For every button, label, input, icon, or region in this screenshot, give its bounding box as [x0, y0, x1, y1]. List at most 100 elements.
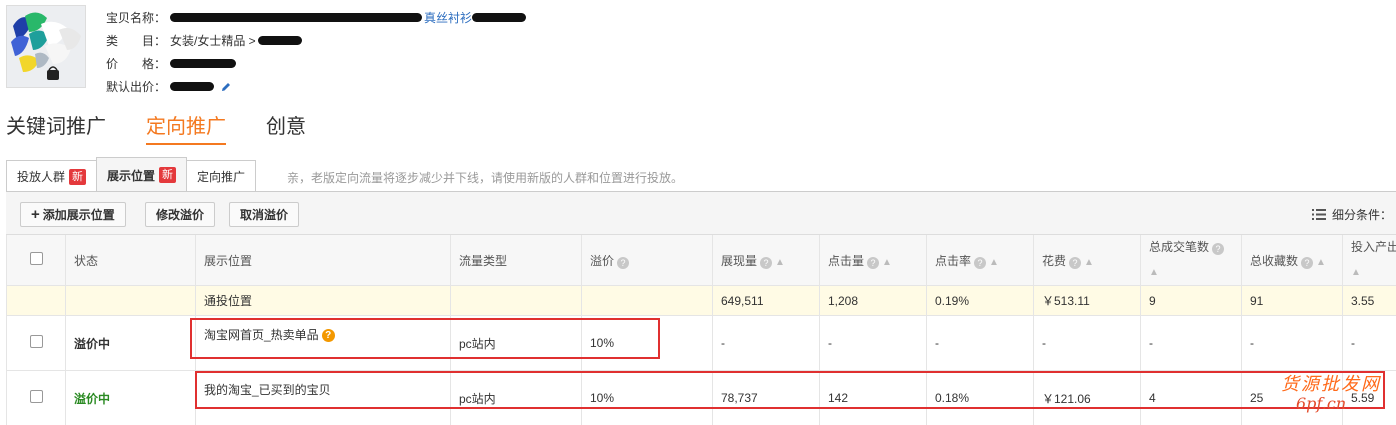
sort-up-icon[interactable]: ▲	[775, 257, 785, 268]
table-row: 溢价中 我的淘宝_已买到的宝贝 pc站内 10% 78,737 142 0.18…	[6, 370, 1396, 425]
redaction-mark	[170, 13, 422, 22]
product-thumbnail[interactable]	[6, 5, 86, 88]
help-icon[interactable]: ?	[974, 256, 987, 269]
redaction-mark	[257, 36, 302, 45]
row-premium[interactable]: 10%	[581, 315, 713, 371]
help-icon[interactable]: ?	[867, 256, 880, 269]
category-value: 女装/女士精品 >	[170, 32, 302, 50]
product-name-row: 宝贝名称： 真丝衬衫	[106, 6, 527, 29]
filter-label: 细分条件：	[1331, 208, 1392, 222]
cancel-premium-button[interactable]: 取消溢价	[229, 202, 300, 227]
subtab-placement[interactable]: 展示位置 新	[96, 157, 188, 192]
row-position-cell: 我的淘宝_已买到的宝贝	[195, 370, 451, 425]
sort-up-icon[interactable]: ▲	[1084, 257, 1094, 268]
select-all-cell	[6, 235, 66, 286]
header-clicks-label: 点击量	[828, 253, 865, 268]
product-name-tail[interactable]: 真丝衬衫	[424, 9, 472, 27]
main-tabs: 关键词推广 定向推广 创意	[6, 110, 346, 145]
toolbar: + 添加展示位置 修改溢价 取消溢价 细分条件：	[6, 192, 1396, 235]
edit-pencil-icon[interactable]	[220, 81, 232, 93]
header-ctr[interactable]: 点击率? ▲	[926, 235, 1034, 286]
row-checkbox[interactable]	[29, 390, 43, 403]
help-icon[interactable]: ?	[1069, 256, 1082, 269]
new-badge: 新	[159, 167, 177, 183]
product-info: 宝贝名称： 真丝衬衫 类 目： 女装/女士精品 > 价 格： 默认出价：	[106, 6, 527, 98]
summary-position: 通投位置	[195, 285, 451, 316]
table-row: 溢价中 淘宝网首页_热卖单品? pc站内 10% - - - - - - -	[6, 315, 1396, 371]
row-deals: -	[1140, 315, 1242, 371]
tab-creative[interactable]: 创意	[266, 110, 306, 145]
row-ctr: 0.18%	[926, 370, 1034, 425]
row-traffic: pc站内	[450, 370, 582, 425]
subtab-placement-label: 展示位置	[107, 168, 156, 183]
row-position-cell: 淘宝网首页_热卖单品?	[195, 315, 451, 371]
summary-row: 通投位置 649,511 1,208 0.19% ￥513.11 9 91 3.…	[6, 285, 1396, 316]
price-label: 价 格：	[106, 56, 167, 71]
header-impressions[interactable]: 展现量? ▲	[712, 235, 820, 286]
price-value	[170, 59, 236, 68]
subtab-audience[interactable]: 投放人群 新	[6, 160, 98, 192]
header-cost[interactable]: 花费? ▲	[1033, 235, 1141, 286]
header-roi[interactable]: 投入产出 ▲	[1342, 235, 1396, 286]
row-deals: 4	[1140, 370, 1242, 425]
modify-premium-button[interactable]: 修改溢价	[145, 202, 216, 227]
table-cell	[450, 285, 582, 316]
sort-up-icon[interactable]: ▲	[989, 257, 999, 268]
category-label: 类 目：	[106, 33, 167, 48]
product-name-value[interactable]: 真丝衬衫	[170, 9, 527, 27]
row-select-cell	[6, 370, 66, 425]
header-traffic-type: 流量类型	[450, 235, 582, 286]
help-icon[interactable]: ?	[760, 256, 773, 269]
help-icon[interactable]: ?	[1212, 243, 1225, 255]
header-clicks[interactable]: 点击量? ▲	[819, 235, 927, 286]
sort-up-icon[interactable]: ▲	[1149, 267, 1159, 278]
row-position: 我的淘宝_已买到的宝贝	[204, 382, 331, 397]
tab-targeted-promotion[interactable]: 定向推广	[146, 110, 226, 145]
row-select-cell	[6, 315, 66, 371]
sort-up-icon[interactable]: ▲	[1351, 267, 1361, 278]
subtab-targeted[interactable]: 定向推广	[186, 160, 257, 192]
sort-up-icon[interactable]: ▲	[882, 257, 892, 268]
summary-cost: ￥513.11	[1033, 285, 1141, 316]
row-premium[interactable]: 10%	[581, 370, 713, 425]
row-cost: ￥121.06	[1033, 370, 1141, 425]
header-cost-label: 花费	[1042, 253, 1067, 268]
header-favorites-label: 总收藏数	[1250, 253, 1299, 268]
add-placement-button[interactable]: + 添加展示位置	[20, 202, 126, 227]
category-path: 女装/女士精品 >	[170, 33, 256, 48]
row-clicks: -	[819, 315, 927, 371]
help-icon[interactable]: ?	[617, 256, 630, 269]
row-cost: -	[1033, 315, 1141, 371]
row-status: 溢价中	[65, 315, 196, 371]
summary-clicks: 1,208	[819, 285, 927, 316]
header-favorites[interactable]: 总收藏数? ▲	[1241, 235, 1343, 286]
watermark-text: 货源批发网	[1281, 374, 1381, 395]
row-position: 淘宝网首页_热卖单品?	[204, 328, 335, 342]
add-placement-label: 添加展示位置	[42, 208, 115, 222]
header-roi-label: 投入产出	[1351, 240, 1396, 254]
help-icon[interactable]: ?	[1301, 256, 1314, 269]
filter-conditions[interactable]: 细分条件：	[1311, 206, 1392, 223]
redaction-mark	[472, 13, 527, 22]
redaction-mark	[170, 82, 214, 91]
default-bid-row: 默认出价：	[106, 75, 526, 98]
table-cell	[6, 285, 66, 316]
watermark-url: 6pf.cn	[1296, 394, 1347, 413]
tab-keyword-promotion[interactable]: 关键词推广	[6, 110, 106, 145]
header-deals[interactable]: 总成交笔数? ▲	[1140, 235, 1242, 286]
category-row: 类 目： 女装/女士精品 >	[106, 29, 526, 52]
plus-icon: +	[31, 206, 40, 223]
header-deals-label: 总成交笔数	[1149, 240, 1210, 254]
row-checkbox[interactable]	[29, 335, 43, 348]
table-cell	[581, 285, 713, 316]
sort-up-icon[interactable]: ▲	[1316, 257, 1326, 268]
placement-table: 状态 展示位置 流量类型 溢价? 展现量? ▲ 点击量? ▲ 点击率? ▲ 花费? ▲ …	[6, 235, 1396, 425]
summary-ctr: 0.19%	[926, 285, 1034, 316]
row-clicks: 142	[819, 370, 927, 425]
row-favorites: -	[1241, 315, 1343, 371]
question-icon[interactable]: ?	[321, 328, 335, 342]
select-all-checkbox[interactable]	[29, 252, 43, 265]
header-status: 状态	[65, 235, 196, 286]
header-premium-label: 溢价	[590, 253, 615, 268]
notice-text: 亲，老版定向流量将逐步减少并下线，请使用新版的人群和位置进行投放。	[287, 171, 684, 185]
